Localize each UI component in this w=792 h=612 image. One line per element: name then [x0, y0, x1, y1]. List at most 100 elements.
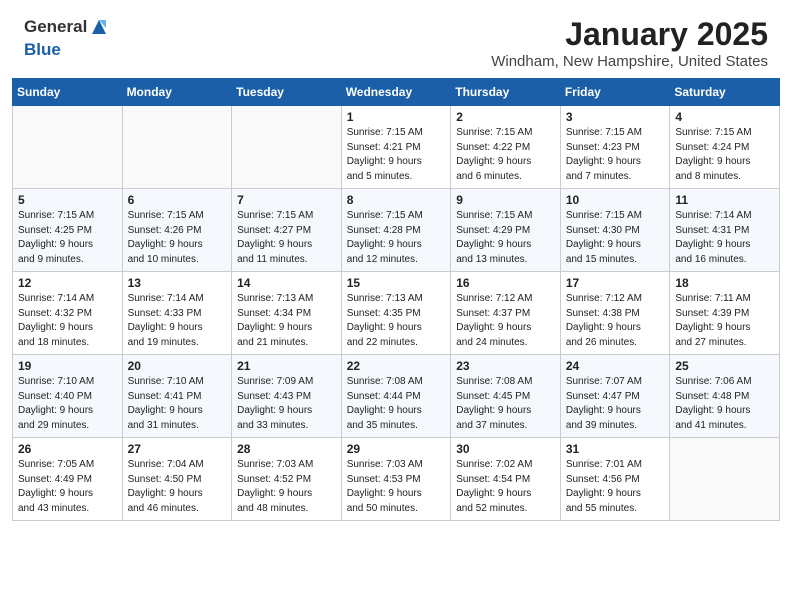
day-info: Sunrise: 7:15 AM Sunset: 4:22 PM Dayligh…: [456, 126, 555, 184]
day-info: Sunrise: 7:15 AM Sunset: 4:23 PM Dayligh…: [566, 126, 665, 184]
calendar-day: 9 Sunrise: 7:15 AM Sunset: 4:29 PM Daylig…: [451, 189, 561, 272]
day-number: 28: [237, 442, 336, 456]
day-info: Sunrise: 7:08 AM Sunset: 4:44 PM Dayligh…: [347, 375, 446, 433]
day-info: Sunrise: 7:02 AM Sunset: 4:54 PM Dayligh…: [456, 458, 555, 516]
day-number: 22: [347, 359, 446, 373]
calendar-day: 10Sunrise: 7:15 AM Sunset: 4:30 PM Dayli…: [560, 189, 670, 272]
day-info: Sunrise: 7:12 AM Sunset: 4:37 PM Dayligh…: [456, 292, 555, 350]
calendar-day: 1 Sunrise: 7:15 AM Sunset: 4:21 PM Daylig…: [341, 106, 451, 189]
day-number: 7: [237, 193, 336, 207]
calendar-day: 23 Sunrise: 7:08 AM Sunset: 4:45 PM Dayli…: [451, 355, 561, 438]
weekday-wednesday: Wednesday: [341, 79, 451, 106]
day-number: 24: [566, 359, 665, 373]
calendar-week-4: 19Sunrise: 7:10 AM Sunset: 4:40 PM Dayli…: [13, 355, 780, 438]
day-info: Sunrise: 7:14 AM Sunset: 4:31 PM Dayligh…: [675, 209, 774, 267]
day-number: 11: [675, 193, 774, 207]
calendar-day: 15Sunrise: 7:13 AM Sunset: 4:35 PM Dayli…: [341, 272, 451, 355]
day-number: 17: [566, 276, 665, 290]
calendar-day: 8 Sunrise: 7:15 AM Sunset: 4:28 PM Daylig…: [341, 189, 451, 272]
day-info: Sunrise: 7:14 AM Sunset: 4:32 PM Dayligh…: [18, 292, 117, 350]
day-number: 31: [566, 442, 665, 456]
calendar-day: 29 Sunrise: 7:03 AM Sunset: 4:53 PM Dayli…: [341, 438, 451, 521]
day-info: Sunrise: 7:11 AM Sunset: 4:39 PM Dayligh…: [675, 292, 774, 350]
calendar-week-3: 12 Sunrise: 7:14 AM Sunset: 4:32 PM Dayli…: [13, 272, 780, 355]
calendar-day: 28 Sunrise: 7:03 AM Sunset: 4:52 PM Dayli…: [232, 438, 342, 521]
calendar-week-1: 1 Sunrise: 7:15 AM Sunset: 4:21 PM Daylig…: [13, 106, 780, 189]
day-number: 12: [18, 276, 117, 290]
day-number: 30: [456, 442, 555, 456]
day-info: Sunrise: 7:07 AM Sunset: 4:47 PM Dayligh…: [566, 375, 665, 433]
calendar-day: 24 Sunrise: 7:07 AM Sunset: 4:47 PM Dayli…: [560, 355, 670, 438]
calendar-day: [232, 106, 342, 189]
calendar-day: 20Sunrise: 7:10 AM Sunset: 4:41 PM Dayli…: [122, 355, 232, 438]
calendar-day: 7 Sunrise: 7:15 AM Sunset: 4:27 PM Daylig…: [232, 189, 342, 272]
calendar-day: 22 Sunrise: 7:08 AM Sunset: 4:44 PM Dayli…: [341, 355, 451, 438]
day-number: 18: [675, 276, 774, 290]
weekday-monday: Monday: [122, 79, 232, 106]
calendar-day: 3Sunrise: 7:15 AM Sunset: 4:23 PM Daylig…: [560, 106, 670, 189]
day-number: 4: [675, 110, 774, 124]
day-info: Sunrise: 7:15 AM Sunset: 4:26 PM Dayligh…: [128, 209, 227, 267]
calendar-header: SundayMondayTuesdayWednesdayThursdayFrid…: [13, 79, 780, 106]
day-info: Sunrise: 7:15 AM Sunset: 4:21 PM Dayligh…: [347, 126, 446, 184]
day-info: Sunrise: 7:10 AM Sunset: 4:40 PM Dayligh…: [18, 375, 117, 433]
day-number: 29: [347, 442, 446, 456]
calendar-day: 14 Sunrise: 7:13 AM Sunset: 4:34 PM Dayli…: [232, 272, 342, 355]
day-info: Sunrise: 7:08 AM Sunset: 4:45 PM Dayligh…: [456, 375, 555, 433]
day-number: 25: [675, 359, 774, 373]
calendar-day: [670, 438, 780, 521]
day-info: Sunrise: 7:03 AM Sunset: 4:52 PM Dayligh…: [237, 458, 336, 516]
day-info: Sunrise: 7:12 AM Sunset: 4:38 PM Dayligh…: [566, 292, 665, 350]
calendar-day: 16 Sunrise: 7:12 AM Sunset: 4:37 PM Dayli…: [451, 272, 561, 355]
calendar-day: 11 Sunrise: 7:14 AM Sunset: 4:31 PM Dayli…: [670, 189, 780, 272]
day-info: Sunrise: 7:15 AM Sunset: 4:28 PM Dayligh…: [347, 209, 446, 267]
calendar-week-2: 5 Sunrise: 7:15 AM Sunset: 4:25 PM Daylig…: [13, 189, 780, 272]
day-number: 10: [566, 193, 665, 207]
day-number: 5: [18, 193, 117, 207]
day-number: 13: [128, 276, 227, 290]
day-number: 1: [347, 110, 446, 124]
day-info: Sunrise: 7:01 AM Sunset: 4:56 PM Dayligh…: [566, 458, 665, 516]
location: Windham, New Hampshire, United States: [491, 53, 768, 70]
day-info: Sunrise: 7:13 AM Sunset: 4:35 PM Dayligh…: [347, 292, 446, 350]
day-info: Sunrise: 7:06 AM Sunset: 4:48 PM Dayligh…: [675, 375, 774, 433]
day-info: Sunrise: 7:10 AM Sunset: 4:41 PM Dayligh…: [128, 375, 227, 433]
month-title: January 2025: [491, 16, 768, 53]
day-number: 23: [456, 359, 555, 373]
calendar-day: 21Sunrise: 7:09 AM Sunset: 4:43 PM Dayli…: [232, 355, 342, 438]
day-info: Sunrise: 7:03 AM Sunset: 4:53 PM Dayligh…: [347, 458, 446, 516]
logo-general: General: [24, 17, 87, 36]
day-info: Sunrise: 7:14 AM Sunset: 4:33 PM Dayligh…: [128, 292, 227, 350]
logo-text: General Blue: [24, 16, 111, 60]
calendar-day: 27Sunrise: 7:04 AM Sunset: 4:50 PM Dayli…: [122, 438, 232, 521]
day-info: Sunrise: 7:13 AM Sunset: 4:34 PM Dayligh…: [237, 292, 336, 350]
logo-blue: Blue: [24, 40, 61, 59]
day-number: 9: [456, 193, 555, 207]
logo-icon: [88, 16, 110, 38]
calendar-day: 2 Sunrise: 7:15 AM Sunset: 4:22 PM Daylig…: [451, 106, 561, 189]
day-number: 8: [347, 193, 446, 207]
day-number: 16: [456, 276, 555, 290]
calendar-day: 30 Sunrise: 7:02 AM Sunset: 4:54 PM Dayli…: [451, 438, 561, 521]
calendar-day: 13 Sunrise: 7:14 AM Sunset: 4:33 PM Dayli…: [122, 272, 232, 355]
calendar-day: 17 Sunrise: 7:12 AM Sunset: 4:38 PM Dayli…: [560, 272, 670, 355]
calendar-day: 4 Sunrise: 7:15 AM Sunset: 4:24 PM Daylig…: [670, 106, 780, 189]
calendar-day: 25 Sunrise: 7:06 AM Sunset: 4:48 PM Dayli…: [670, 355, 780, 438]
weekday-saturday: Saturday: [670, 79, 780, 106]
page-header: General Blue January 2025 Windham, New H…: [0, 0, 792, 78]
day-info: Sunrise: 7:15 AM Sunset: 4:27 PM Dayligh…: [237, 209, 336, 267]
day-info: Sunrise: 7:15 AM Sunset: 4:25 PM Dayligh…: [18, 209, 117, 267]
day-number: 14: [237, 276, 336, 290]
day-info: Sunrise: 7:15 AM Sunset: 4:24 PM Dayligh…: [675, 126, 774, 184]
calendar-wrapper: SundayMondayTuesdayWednesdayThursdayFrid…: [0, 78, 792, 533]
day-number: 27: [128, 442, 227, 456]
calendar-day: 12 Sunrise: 7:14 AM Sunset: 4:32 PM Dayli…: [13, 272, 123, 355]
header-right: January 2025 Windham, New Hampshire, Uni…: [491, 16, 768, 70]
weekday-tuesday: Tuesday: [232, 79, 342, 106]
calendar-day: 5 Sunrise: 7:15 AM Sunset: 4:25 PM Daylig…: [13, 189, 123, 272]
day-number: 2: [456, 110, 555, 124]
day-info: Sunrise: 7:15 AM Sunset: 4:29 PM Dayligh…: [456, 209, 555, 267]
weekday-friday: Friday: [560, 79, 670, 106]
day-info: Sunrise: 7:09 AM Sunset: 4:43 PM Dayligh…: [237, 375, 336, 433]
day-number: 26: [18, 442, 117, 456]
